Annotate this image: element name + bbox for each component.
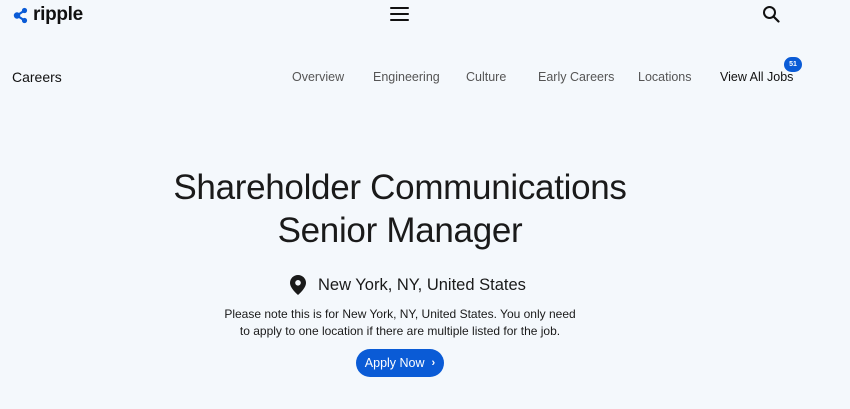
nav-overview[interactable]: Overview [292, 70, 344, 84]
apply-now-button[interactable]: Apply Now › [356, 349, 444, 377]
nav-culture[interactable]: Culture [466, 70, 506, 84]
job-title-line-2: Senior Manager [277, 211, 523, 250]
ripple-logo-icon [13, 7, 28, 23]
careers-subnav: Careers Overview Engineering Culture Ear… [0, 60, 850, 94]
nav-engineering[interactable]: Engineering [373, 70, 440, 84]
jobs-count-badge: 51 [784, 57, 802, 72]
job-title: Shareholder Communications Senior Manage… [0, 166, 800, 252]
nav-early-careers[interactable]: Early Careers [538, 70, 614, 84]
logo-text: ripple [33, 4, 83, 25]
location-note: Please note this is for New York, NY, Un… [0, 306, 800, 340]
location-note-line-1: Please note this is for New York, NY, Un… [224, 307, 576, 321]
location-note-line-2: to apply to one location if there are mu… [239, 324, 561, 338]
map-pin-icon [290, 275, 306, 295]
top-bar: ripple [0, 0, 850, 30]
hamburger-icon[interactable] [390, 6, 409, 23]
apply-now-label: Apply Now [364, 356, 425, 370]
location-text: New York, NY, United States [318, 275, 526, 294]
search-icon[interactable] [762, 5, 780, 23]
nav-view-all-jobs[interactable]: View All Jobs [720, 70, 793, 84]
nav-locations[interactable]: Locations [638, 70, 692, 84]
ripple-logo[interactable]: ripple [12, 4, 83, 26]
chevron-right-icon: › [431, 357, 436, 369]
careers-link[interactable]: Careers [12, 69, 62, 85]
job-location: New York, NY, United States [290, 274, 526, 296]
job-title-line-1: Shareholder Communications [173, 168, 627, 207]
